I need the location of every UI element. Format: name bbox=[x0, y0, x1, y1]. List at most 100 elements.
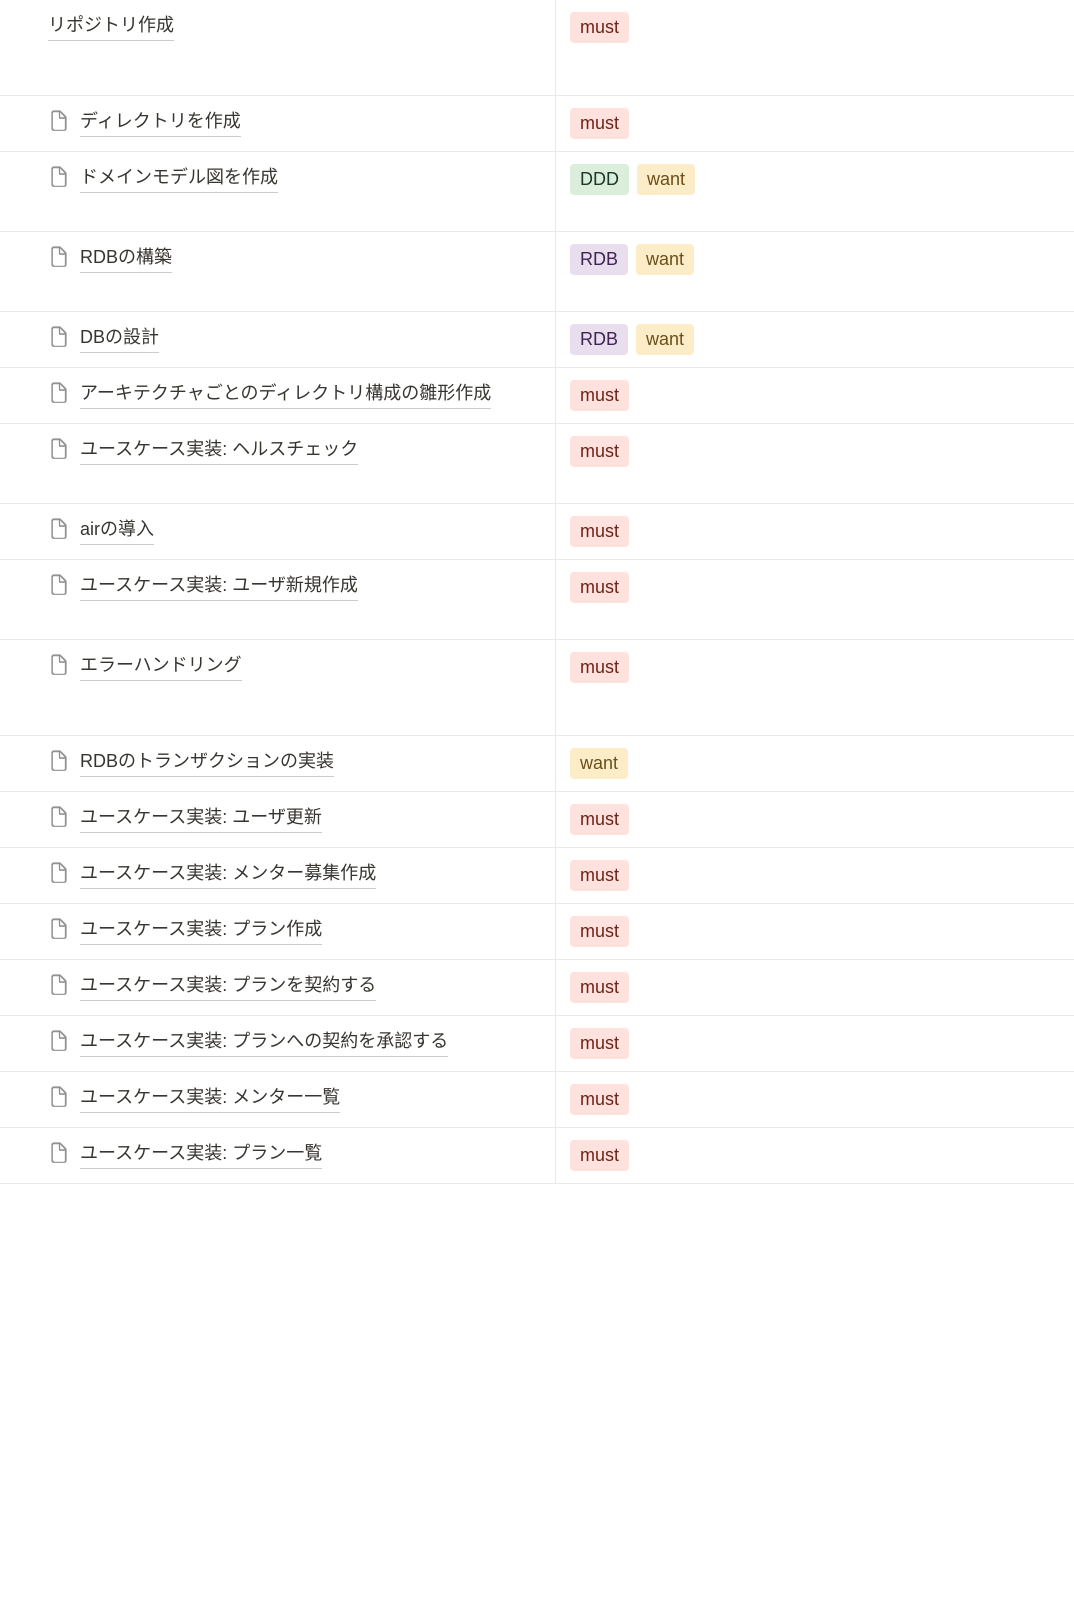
page-title[interactable]: エラーハンドリング bbox=[80, 652, 242, 681]
page-icon bbox=[48, 438, 70, 460]
table-row[interactable]: RDBのトランザクションの実装 want bbox=[0, 736, 1074, 792]
tag-must: must bbox=[570, 652, 629, 683]
tags-cell[interactable]: DDD want bbox=[556, 152, 1074, 231]
page-icon bbox=[48, 918, 70, 940]
table-row[interactable]: ユースケース実装: プランを契約する must bbox=[0, 960, 1074, 1016]
page-title[interactable]: RDBのトランザクションの実装 bbox=[80, 748, 334, 777]
page-icon bbox=[48, 750, 70, 772]
page-title[interactable]: DBの設計 bbox=[80, 324, 159, 353]
tag-must: must bbox=[570, 572, 629, 603]
tags-cell[interactable]: must bbox=[556, 368, 1074, 423]
tags-cell[interactable]: must bbox=[556, 0, 1074, 95]
title-cell[interactable]: RDBの構築 bbox=[0, 232, 556, 311]
page-title[interactable]: アーキテクチャごとのディレクトリ構成の雛形作成 bbox=[80, 380, 491, 409]
tags-cell[interactable]: must bbox=[556, 424, 1074, 503]
tag-must: must bbox=[570, 380, 629, 411]
title-cell[interactable]: ドメインモデル図を作成 bbox=[0, 152, 556, 231]
table-row[interactable]: ユースケース実装: メンター一覧 must bbox=[0, 1072, 1074, 1128]
title-cell[interactable]: ユースケース実装: ヘルスチェック bbox=[0, 424, 556, 503]
tags-cell[interactable]: must bbox=[556, 504, 1074, 559]
page-title[interactable]: ユースケース実装: プランを契約する bbox=[80, 972, 376, 1001]
page-title[interactable]: ユースケース実装: メンター募集作成 bbox=[80, 860, 376, 889]
table-row[interactable]: ディレクトリを作成 must bbox=[0, 96, 1074, 152]
page-title[interactable]: ユースケース実装: メンター一覧 bbox=[80, 1084, 340, 1113]
title-cell[interactable]: ユースケース実装: プラン一覧 bbox=[0, 1128, 556, 1183]
tags-cell[interactable]: want bbox=[556, 736, 1074, 791]
tag-ddd: DDD bbox=[570, 164, 629, 195]
tags-cell[interactable]: must bbox=[556, 640, 1074, 735]
page-icon bbox=[48, 1086, 70, 1108]
tag-rdb: RDB bbox=[570, 324, 628, 355]
table-row[interactable]: ユースケース実装: ユーザ新規作成 must bbox=[0, 560, 1074, 640]
tags-cell[interactable]: RDB want bbox=[556, 312, 1074, 367]
page-title[interactable]: ユースケース実装: ユーザ新規作成 bbox=[80, 572, 358, 601]
title-cell[interactable]: ユースケース実装: プランを契約する bbox=[0, 960, 556, 1015]
title-cell[interactable]: ディレクトリを作成 bbox=[0, 96, 556, 151]
page-icon bbox=[48, 326, 70, 348]
page-title[interactable]: ユースケース実装: プランへの契約を承認する bbox=[80, 1028, 448, 1057]
page-title[interactable]: ユースケース実装: ユーザ更新 bbox=[80, 804, 322, 833]
page-icon bbox=[48, 382, 70, 404]
page-title[interactable]: ユースケース実装: プラン一覧 bbox=[80, 1140, 322, 1169]
page-icon bbox=[48, 518, 70, 540]
title-cell[interactable]: リポジトリ作成 bbox=[0, 0, 556, 95]
page-icon bbox=[48, 974, 70, 996]
table-row[interactable]: ユースケース実装: ユーザ更新 must bbox=[0, 792, 1074, 848]
page-title[interactable]: airの導入 bbox=[80, 516, 154, 545]
table-row[interactable]: ユースケース実装: プラン一覧 must bbox=[0, 1128, 1074, 1184]
tag-want: want bbox=[636, 324, 694, 355]
table-row[interactable]: ユースケース実装: メンター募集作成 must bbox=[0, 848, 1074, 904]
table-row[interactable]: ユースケース実装: プラン作成 must bbox=[0, 904, 1074, 960]
tag-want: want bbox=[636, 244, 694, 275]
tags-cell[interactable]: must bbox=[556, 96, 1074, 151]
title-cell[interactable]: airの導入 bbox=[0, 504, 556, 559]
title-cell[interactable]: ユースケース実装: プランへの契約を承認する bbox=[0, 1016, 556, 1071]
tags-cell[interactable]: must bbox=[556, 1016, 1074, 1071]
tag-want: want bbox=[637, 164, 695, 195]
page-title[interactable]: ディレクトリを作成 bbox=[80, 108, 241, 137]
title-cell[interactable]: エラーハンドリング bbox=[0, 640, 556, 735]
tag-must: must bbox=[570, 916, 629, 947]
title-cell[interactable]: アーキテクチャごとのディレクトリ構成の雛形作成 bbox=[0, 368, 556, 423]
tag-must: must bbox=[570, 1084, 629, 1115]
tags-cell[interactable]: must bbox=[556, 560, 1074, 639]
title-cell[interactable]: DBの設計 bbox=[0, 312, 556, 367]
page-icon bbox=[48, 654, 70, 676]
tags-cell[interactable]: must bbox=[556, 848, 1074, 903]
page-icon bbox=[48, 574, 70, 596]
page-title[interactable]: ドメインモデル図を作成 bbox=[80, 164, 278, 193]
page-title[interactable]: RDBの構築 bbox=[80, 244, 172, 273]
page-title[interactable]: ユースケース実装: プラン作成 bbox=[80, 916, 322, 945]
page-icon bbox=[48, 110, 70, 132]
title-cell[interactable]: ユースケース実装: メンター募集作成 bbox=[0, 848, 556, 903]
table-row[interactable]: DBの設計 RDB want bbox=[0, 312, 1074, 368]
task-table: リポジトリ作成 must ディレクトリを作成 must ドメインモデル図を作成 DDD wa… bbox=[0, 0, 1074, 1184]
title-cell[interactable]: ユースケース実装: メンター一覧 bbox=[0, 1072, 556, 1127]
tag-must: must bbox=[570, 12, 629, 43]
tags-cell[interactable]: must bbox=[556, 792, 1074, 847]
tags-cell[interactable]: must bbox=[556, 1072, 1074, 1127]
table-row[interactable]: ユースケース実装: ヘルスチェック must bbox=[0, 424, 1074, 504]
table-row[interactable]: アーキテクチャごとのディレクトリ構成の雛形作成 must bbox=[0, 368, 1074, 424]
tags-cell[interactable]: must bbox=[556, 1128, 1074, 1183]
title-cell[interactable]: ユースケース実装: ユーザ新規作成 bbox=[0, 560, 556, 639]
page-title[interactable]: ユースケース実装: ヘルスチェック bbox=[80, 436, 358, 465]
tags-cell[interactable]: must bbox=[556, 904, 1074, 959]
tags-cell[interactable]: RDBwant bbox=[556, 232, 1074, 311]
table-row[interactable]: エラーハンドリング must bbox=[0, 640, 1074, 736]
table-row[interactable]: ドメインモデル図を作成 DDD want bbox=[0, 152, 1074, 232]
table-row[interactable]: リポジトリ作成 must bbox=[0, 0, 1074, 96]
tag-must: must bbox=[570, 972, 629, 1003]
page-icon bbox=[48, 806, 70, 828]
table-row[interactable]: RDBの構築 RDBwant bbox=[0, 232, 1074, 312]
tag-must: must bbox=[570, 108, 629, 139]
tag-must: must bbox=[570, 436, 629, 467]
title-cell[interactable]: ユースケース実装: ユーザ更新 bbox=[0, 792, 556, 847]
title-cell[interactable]: ユースケース実装: プラン作成 bbox=[0, 904, 556, 959]
table-row[interactable]: ユースケース実装: プランへの契約を承認する must bbox=[0, 1016, 1074, 1072]
tags-cell[interactable]: must bbox=[556, 960, 1074, 1015]
page-title[interactable]: リポジトリ作成 bbox=[48, 12, 174, 41]
table-row[interactable]: airの導入 must bbox=[0, 504, 1074, 560]
title-cell[interactable]: RDBのトランザクションの実装 bbox=[0, 736, 556, 791]
tag-must: must bbox=[570, 1028, 629, 1059]
